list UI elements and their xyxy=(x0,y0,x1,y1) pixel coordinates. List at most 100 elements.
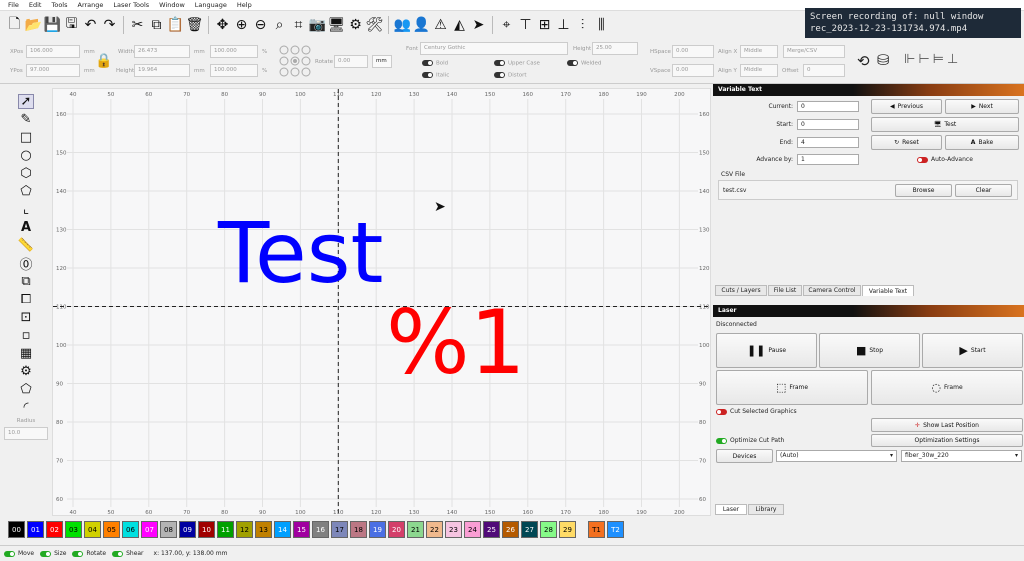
settings-gear-icon[interactable]: ⚙ xyxy=(347,17,364,34)
anchor-grid-icon[interactable] xyxy=(278,44,312,78)
next-button[interactable]: ▶ Next xyxy=(945,99,1019,114)
offset-icon[interactable]: ⓪ xyxy=(18,256,34,273)
tab-library[interactable]: Library xyxy=(748,504,784,515)
open-folder-icon[interactable]: 📂 xyxy=(25,17,42,34)
menu-help[interactable]: Help xyxy=(237,1,252,9)
save-as-icon[interactable]: 🖫 xyxy=(63,16,80,34)
menu-laser-tools[interactable]: Laser Tools xyxy=(113,1,149,9)
palette-swatch[interactable]: 20 xyxy=(388,521,405,538)
reset-button[interactable]: ↻ Reset xyxy=(871,135,942,150)
target-icon[interactable]: ⌖ xyxy=(498,17,515,34)
palette-swatch[interactable]: 10 xyxy=(198,521,215,538)
weld-icon[interactable]: ▫ xyxy=(18,328,34,343)
palette-swatch[interactable]: 15 xyxy=(293,521,310,538)
device-select[interactable]: (Auto) ▾ xyxy=(776,450,897,462)
browse-button[interactable]: Browse xyxy=(895,184,952,197)
palette-swatch[interactable]: 14 xyxy=(274,521,291,538)
distribute-icon[interactable]: ⫶ xyxy=(574,17,591,34)
send-icon[interactable]: ➤ xyxy=(470,17,487,34)
radius-input[interactable]: 10.0 xyxy=(4,427,48,440)
move-toggle[interactable]: Move xyxy=(4,550,34,557)
ungroup-icon[interactable]: 👤 xyxy=(413,17,430,34)
show-last-position-button[interactable]: ✛ Show Last Position xyxy=(871,418,1023,432)
advance-by-input[interactable]: 1 xyxy=(797,154,859,165)
menu-arrange[interactable]: Arrange xyxy=(78,1,104,9)
ellipse-icon[interactable]: ○ xyxy=(18,148,34,163)
mirror-icon[interactable]: ◭ xyxy=(451,17,468,34)
font-select[interactable]: Century Gothic xyxy=(420,42,568,55)
palette-swatch[interactable]: 01 xyxy=(27,521,44,538)
palette-swatch[interactable]: 05 xyxy=(103,521,120,538)
boolean-union-icon[interactable]: ⧉ xyxy=(18,274,34,289)
align-bottom-icon[interactable]: ⊥ xyxy=(555,17,572,34)
copy-icon[interactable]: ⧉ xyxy=(148,17,165,34)
clear-button[interactable]: Clear xyxy=(955,184,1012,197)
palette-swatch[interactable]: 22 xyxy=(426,521,443,538)
flip-icon[interactable]: ⚠ xyxy=(432,17,449,34)
italic-toggle[interactable]: Italic xyxy=(422,72,449,79)
tools-icon[interactable]: 🛠 xyxy=(366,17,384,34)
palette-swatch[interactable]: T1 xyxy=(588,521,605,538)
palette-swatch[interactable]: 02 xyxy=(46,521,63,538)
palette-swatch[interactable]: 28 xyxy=(540,521,557,538)
shear-toggle[interactable]: Shear xyxy=(112,550,144,557)
profile-select[interactable]: fiber_30w_220 ▾ xyxy=(901,450,1022,462)
menu-language[interactable]: Language xyxy=(195,1,227,9)
mm-toggle-button[interactable]: mm xyxy=(372,55,392,68)
measure-icon[interactable]: 📏 xyxy=(18,238,34,253)
align-tools-icon[interactable]: ⊩⊢⊨⊥ xyxy=(904,52,961,67)
distort-toggle[interactable]: Distort xyxy=(494,72,527,79)
palette-swatch[interactable]: 07 xyxy=(141,521,158,538)
align-y-select[interactable]: Middle xyxy=(740,64,778,77)
rotate-toggle[interactable]: Rotate xyxy=(72,550,106,557)
palette-swatch[interactable]: 03 xyxy=(65,521,82,538)
canvas-text-test[interactable]: Test xyxy=(218,211,383,295)
size-toggle[interactable]: Size xyxy=(40,550,66,557)
palette-swatch[interactable]: 08 xyxy=(160,521,177,538)
redo-icon[interactable]: ↷ xyxy=(101,17,118,34)
move-icon[interactable]: ✥ xyxy=(214,17,231,34)
bake-button[interactable]: A Bake xyxy=(945,135,1019,150)
palette-swatch[interactable]: T2 xyxy=(607,521,624,538)
xpos-input[interactable]: 106.000 xyxy=(26,45,80,58)
height-input[interactable]: 19.964 xyxy=(134,64,190,77)
offset-input[interactable]: 0 xyxy=(803,64,845,77)
menu-tools[interactable]: Tools xyxy=(51,1,67,9)
corner-icon[interactable]: ⬠ xyxy=(18,382,34,397)
undo-icon[interactable]: ↶ xyxy=(82,17,99,34)
menu-window[interactable]: Window xyxy=(159,1,185,9)
previous-button[interactable]: ◀ Previous xyxy=(871,99,942,114)
palette-swatch[interactable]: 09 xyxy=(179,521,196,538)
pentagon-icon[interactable]: ⬠ xyxy=(18,184,34,199)
delete-icon[interactable]: 🗑 xyxy=(186,17,204,34)
position-icon[interactable]: ⌞ xyxy=(18,202,34,217)
tab-file-list[interactable]: File List xyxy=(768,285,802,296)
zoom-frame-icon[interactable]: ⌗ xyxy=(290,17,307,34)
circular-array-icon[interactable]: ⚙ xyxy=(18,364,34,379)
menu-edit[interactable]: Edit xyxy=(29,1,42,9)
zoom-fit-icon[interactable]: ⌕ xyxy=(271,17,288,34)
palette-swatch[interactable]: 16 xyxy=(312,521,329,538)
auto-advance-toggle[interactable]: Auto-Advance xyxy=(917,156,973,163)
hspace-input[interactable]: 0.00 xyxy=(672,45,714,58)
tab-laser[interactable]: Laser xyxy=(715,504,747,515)
new-file-icon[interactable]: 🗋 xyxy=(6,16,23,34)
zoom-out-icon[interactable]: ⊖ xyxy=(252,17,269,34)
monitor-icon[interactable]: 🖥 xyxy=(328,17,346,34)
polygon-icon[interactable]: ⬡ xyxy=(18,166,34,181)
palette-swatch[interactable]: 25 xyxy=(483,521,500,538)
merge-csv-select[interactable]: Merge/CSV xyxy=(783,45,845,58)
palette-swatch[interactable]: 04 xyxy=(84,521,101,538)
palette-swatch[interactable]: 19 xyxy=(369,521,386,538)
devices-button[interactable]: Devices xyxy=(716,449,773,463)
palette-swatch[interactable]: 13 xyxy=(255,521,272,538)
cut-selected-toggle[interactable]: Cut Selected Graphics xyxy=(716,408,797,415)
palette-swatch[interactable]: 27 xyxy=(521,521,538,538)
select-arrow-icon[interactable]: ➚ xyxy=(18,94,34,109)
grid-array-icon[interactable]: ▦ xyxy=(18,346,34,361)
distribute-h-icon[interactable]: ⫼ xyxy=(593,17,610,34)
palette-swatch[interactable]: 11 xyxy=(217,521,234,538)
boolean-subtract-icon[interactable]: ⧠ xyxy=(18,292,34,307)
height-percent-input[interactable]: 100.000 xyxy=(210,64,258,77)
palette-swatch[interactable]: 29 xyxy=(559,521,576,538)
